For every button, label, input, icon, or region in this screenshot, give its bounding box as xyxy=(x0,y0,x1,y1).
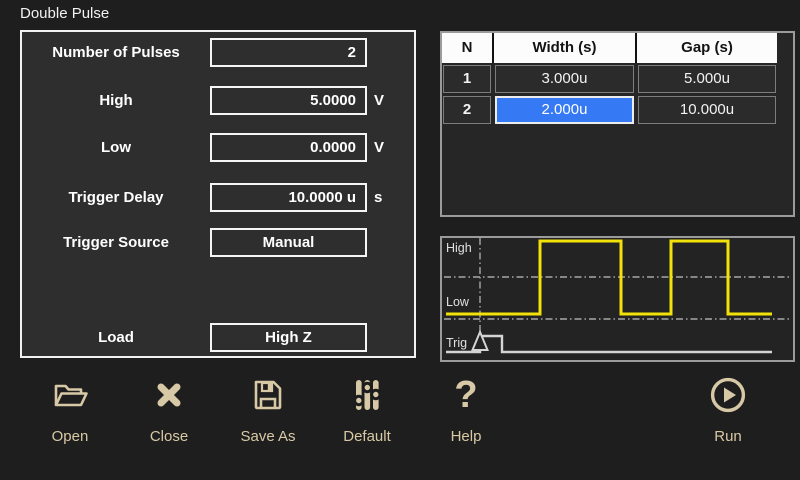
load-label: Load xyxy=(98,329,134,346)
trigger-source-label: Trigger Source xyxy=(63,234,169,251)
table-cell-row2-gap[interactable]: 10.000u xyxy=(638,96,776,124)
form-row: Trigger Delay 10.0000 u s xyxy=(22,183,414,212)
run-label: Run xyxy=(714,428,742,445)
waveform-high-label: High xyxy=(446,241,472,255)
open-button[interactable]: Open xyxy=(25,376,115,456)
question-icon: ? xyxy=(454,374,478,416)
default-label: Default xyxy=(343,428,391,445)
high-label: High xyxy=(99,92,133,109)
help-button[interactable]: ? Help xyxy=(421,376,511,456)
table-header-gap: Gap (s) xyxy=(637,33,777,63)
waveform-svg xyxy=(444,238,791,354)
table-cell-row2-width-selected[interactable]: 2.000u xyxy=(495,96,634,124)
trigger-delay-input[interactable]: 10.0000 u xyxy=(210,183,367,212)
open-folder-icon xyxy=(51,376,89,414)
trigger-delay-unit: s xyxy=(374,189,383,206)
waveform-low-label: Low xyxy=(446,295,469,309)
number-of-pulses-input[interactable]: 2 xyxy=(210,38,367,67)
close-label: Close xyxy=(149,428,189,445)
trigger-delay-label: Trigger Delay xyxy=(68,189,164,206)
number-of-pulses-label: Number of Pulses xyxy=(52,44,180,61)
high-unit: V xyxy=(374,92,385,109)
low-unit: V xyxy=(374,139,385,156)
save-as-label: Save As xyxy=(240,428,296,445)
double-pulse-screen: Double Pulse Number of Pulses 2 High 5.0… xyxy=(0,0,800,480)
table-header-n: N xyxy=(442,33,492,63)
close-button[interactable]: Close xyxy=(124,376,214,456)
form-row: Trigger Source Manual xyxy=(22,228,414,257)
form-row: Number of Pulses 2 xyxy=(22,38,414,67)
trigger-arrow-icon xyxy=(471,329,489,351)
default-button[interactable]: Default xyxy=(322,376,412,456)
table-cell-row1-width[interactable]: 3.000u xyxy=(495,65,634,93)
save-icon xyxy=(250,376,286,414)
pulse-settings-panel: Number of Pulses 2 High 5.0000 V Low 0.0… xyxy=(20,30,416,358)
form-row: High 5.0000 V xyxy=(22,86,414,115)
table-cell-row1-n[interactable]: 1 xyxy=(443,65,491,93)
number-of-pulses-unit xyxy=(374,38,410,67)
load-select[interactable]: High Z xyxy=(210,323,367,352)
close-icon xyxy=(151,376,187,414)
save-as-button[interactable]: Save As xyxy=(223,376,313,456)
run-button[interactable]: Run xyxy=(683,376,773,456)
table-cell-row1-gap[interactable]: 5.000u xyxy=(638,65,776,93)
help-label: Help xyxy=(450,428,482,445)
run-icon xyxy=(709,376,747,414)
form-row: Load High Z xyxy=(22,323,414,352)
waveform-preview: High Low Trig xyxy=(440,236,795,362)
low-input[interactable]: 0.0000 xyxy=(210,133,367,162)
table-cell-row2-n[interactable]: 2 xyxy=(443,96,491,124)
high-input[interactable]: 5.0000 xyxy=(210,86,367,115)
form-row: Low 0.0000 V xyxy=(22,133,414,162)
low-label: Low xyxy=(101,139,131,156)
page-title: Double Pulse xyxy=(20,5,110,22)
sliders-icon xyxy=(349,376,385,414)
table-header-width: Width (s) xyxy=(494,33,635,63)
trigger-source-select[interactable]: Manual xyxy=(210,228,367,257)
waveform-trig-label: Trig xyxy=(446,336,468,350)
pulse-table: N Width (s) Gap (s) 1 3.000u 5.000u 2 2.… xyxy=(440,31,795,217)
open-label: Open xyxy=(51,428,89,445)
